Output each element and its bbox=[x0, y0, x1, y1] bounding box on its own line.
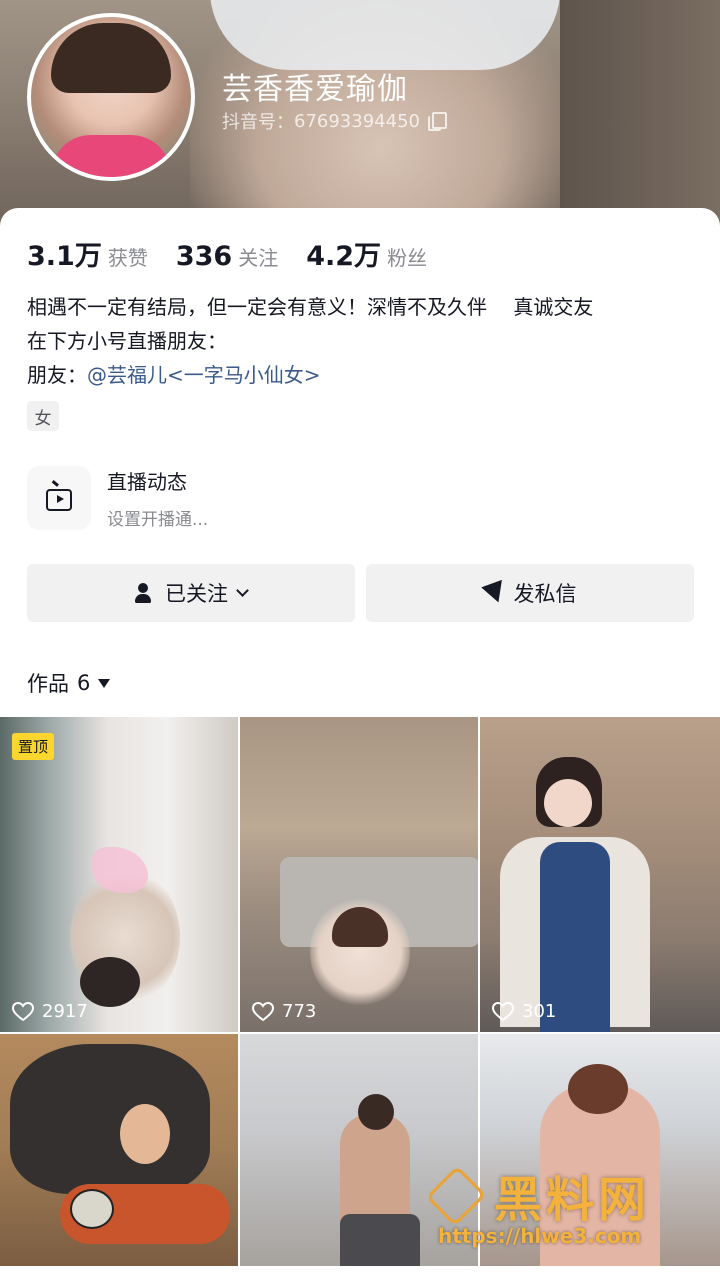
following-button-label: 已关注 bbox=[165, 582, 228, 606]
tab-works-count: 6 bbox=[77, 671, 91, 695]
stat-followers[interactable]: 4.2万 粉丝 bbox=[306, 234, 427, 273]
heart-icon bbox=[492, 1001, 514, 1022]
gender-tag: 女 bbox=[27, 401, 59, 431]
following-button[interactable]: 已关注 bbox=[27, 564, 355, 622]
live-updates-subtitle: 设置开播通... bbox=[107, 510, 209, 530]
douyin-id-label: 抖音号： bbox=[222, 112, 294, 133]
message-button-label: 发私信 bbox=[513, 582, 577, 606]
like-count: 773 bbox=[252, 1001, 316, 1022]
action-buttons: 已关注 发私信 bbox=[27, 564, 694, 622]
bio: 相遇不一定有结局，但一定会有意义！深情不及久伴 真诚交友 在下方小号直播朋友： … bbox=[27, 290, 707, 392]
bio-line-2: 在下方小号直播朋友： bbox=[27, 329, 227, 353]
person-check-icon bbox=[135, 582, 157, 604]
douyin-id: 67693394450 bbox=[294, 110, 420, 132]
stat-followers-label: 粉丝 bbox=[387, 246, 428, 270]
chevron-down-icon bbox=[236, 584, 249, 597]
cover-image-background bbox=[560, 0, 720, 230]
video-tile[interactable]: 773 bbox=[240, 717, 478, 1032]
cover-image-cloth bbox=[210, 0, 560, 70]
heart-icon bbox=[252, 1001, 274, 1022]
video-tile[interactable] bbox=[0, 1034, 238, 1266]
douyin-id-row[interactable]: 抖音号： 67693394450 bbox=[222, 108, 447, 134]
site-watermark: 黑料网 https://hlwe3.com bbox=[425, 1160, 700, 1270]
tab-works-label: 作品 bbox=[27, 672, 69, 696]
send-icon bbox=[480, 579, 509, 607]
video-tile[interactable]: 置顶 2917 bbox=[0, 717, 238, 1032]
like-count: 2917 bbox=[12, 1001, 88, 1022]
live-updates-entry[interactable]: 直播动态 设置开播通... bbox=[27, 460, 427, 536]
bio-line-3: 朋友：@芸福儿<一字马小仙女> bbox=[27, 358, 707, 392]
stat-following[interactable]: 336 关注 bbox=[176, 241, 278, 272]
watermark-title: 黑料网 bbox=[494, 1172, 651, 1228]
live-icon-box bbox=[27, 466, 91, 530]
watermark-url: https://hlwe3.com bbox=[438, 1224, 642, 1248]
message-button[interactable]: 发私信 bbox=[366, 564, 694, 622]
watermark-logo-icon bbox=[425, 1165, 487, 1227]
stat-following-label: 关注 bbox=[238, 246, 279, 270]
stat-followers-value: 4.2万 bbox=[306, 241, 382, 272]
tab-works[interactable]: 作品 6 bbox=[27, 668, 111, 698]
stat-likes[interactable]: 3.1万 获赞 bbox=[27, 234, 148, 273]
pinned-badge: 置顶 bbox=[12, 733, 55, 760]
stat-following-value: 336 bbox=[175, 241, 233, 272]
bio-friend-prefix: 朋友： bbox=[27, 363, 87, 387]
like-count-value: 301 bbox=[522, 1001, 557, 1022]
video-tile[interactable]: 301 bbox=[480, 717, 720, 1032]
triangle-down-icon bbox=[98, 678, 111, 688]
nickname: 芸香香爱瑜伽 bbox=[222, 72, 408, 107]
profile-card: 3.1万 获赞 336 关注 4.2万 粉丝 相遇不一定有结局，但一定会有意义！… bbox=[0, 208, 720, 1280]
stat-likes-label: 获赞 bbox=[107, 246, 148, 270]
bio-friend-link[interactable]: @芸福儿<一字马小仙女> bbox=[87, 363, 321, 387]
copy-icon[interactable] bbox=[427, 112, 447, 131]
stat-likes-value: 3.1万 bbox=[27, 241, 102, 272]
like-count: 301 bbox=[492, 1001, 556, 1022]
avatar[interactable] bbox=[27, 13, 195, 181]
heart-icon bbox=[12, 1001, 34, 1022]
stats-row: 3.1万 获赞 336 关注 4.2万 粉丝 bbox=[27, 234, 455, 273]
like-count-value: 2917 bbox=[42, 1001, 88, 1022]
like-count-value: 773 bbox=[282, 1001, 317, 1022]
live-updates-title: 直播动态 bbox=[107, 470, 187, 494]
tv-icon bbox=[46, 489, 72, 511]
bio-line-1: 相遇不一定有结局，但一定会有意义！深情不及久伴 真诚交友 bbox=[27, 295, 594, 319]
